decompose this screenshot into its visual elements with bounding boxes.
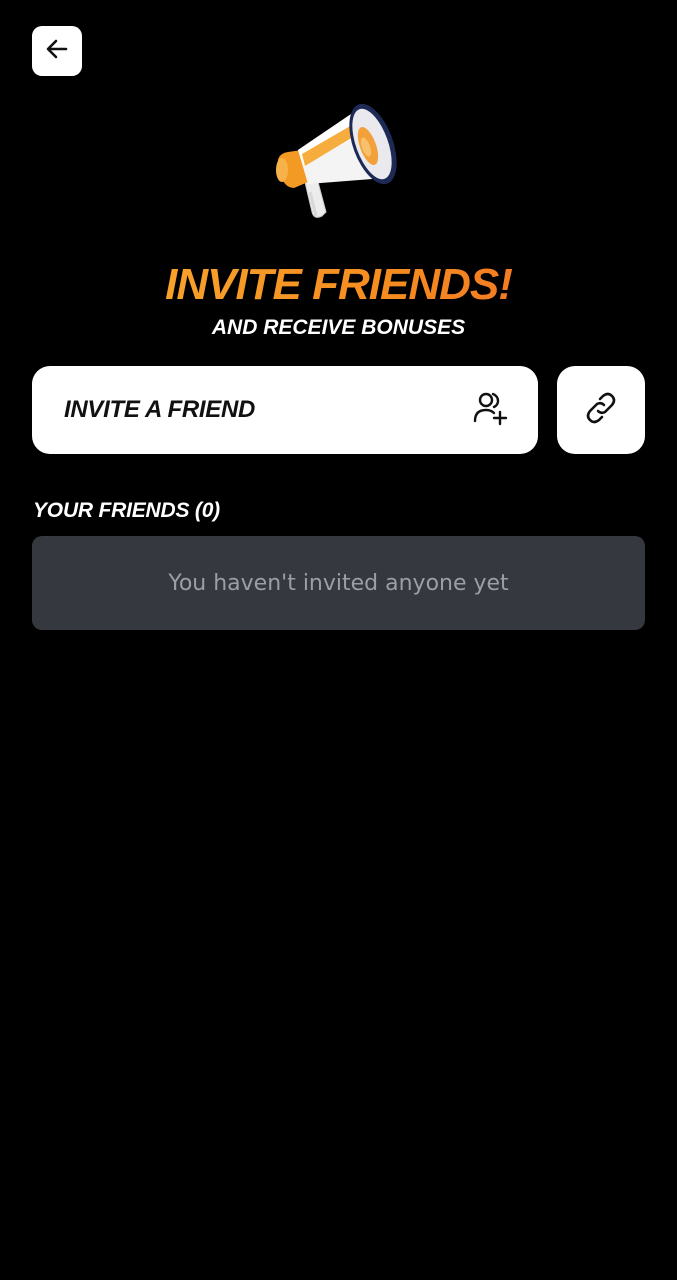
page-subtitle: AND RECEIVE BONUSES [211,316,466,339]
invite-friend-button[interactable]: INVITE A FRIEND [32,366,538,454]
arrow-left-icon [43,35,71,68]
empty-state-text: You haven't invited anyone yet [168,570,509,596]
copy-link-button[interactable] [557,366,645,454]
friends-heading: YOUR FRIENDS (0) [33,499,220,522]
invite-friend-label: INVITE A FRIEND [64,396,256,423]
friends-empty-state: You haven't invited anyone yet [32,536,645,630]
page-title: INVITE FRIENDS! [0,256,677,314]
megaphone-icon [268,96,408,236]
link-icon [581,388,621,433]
user-plus-icon [472,390,508,431]
back-button[interactable] [32,26,82,76]
